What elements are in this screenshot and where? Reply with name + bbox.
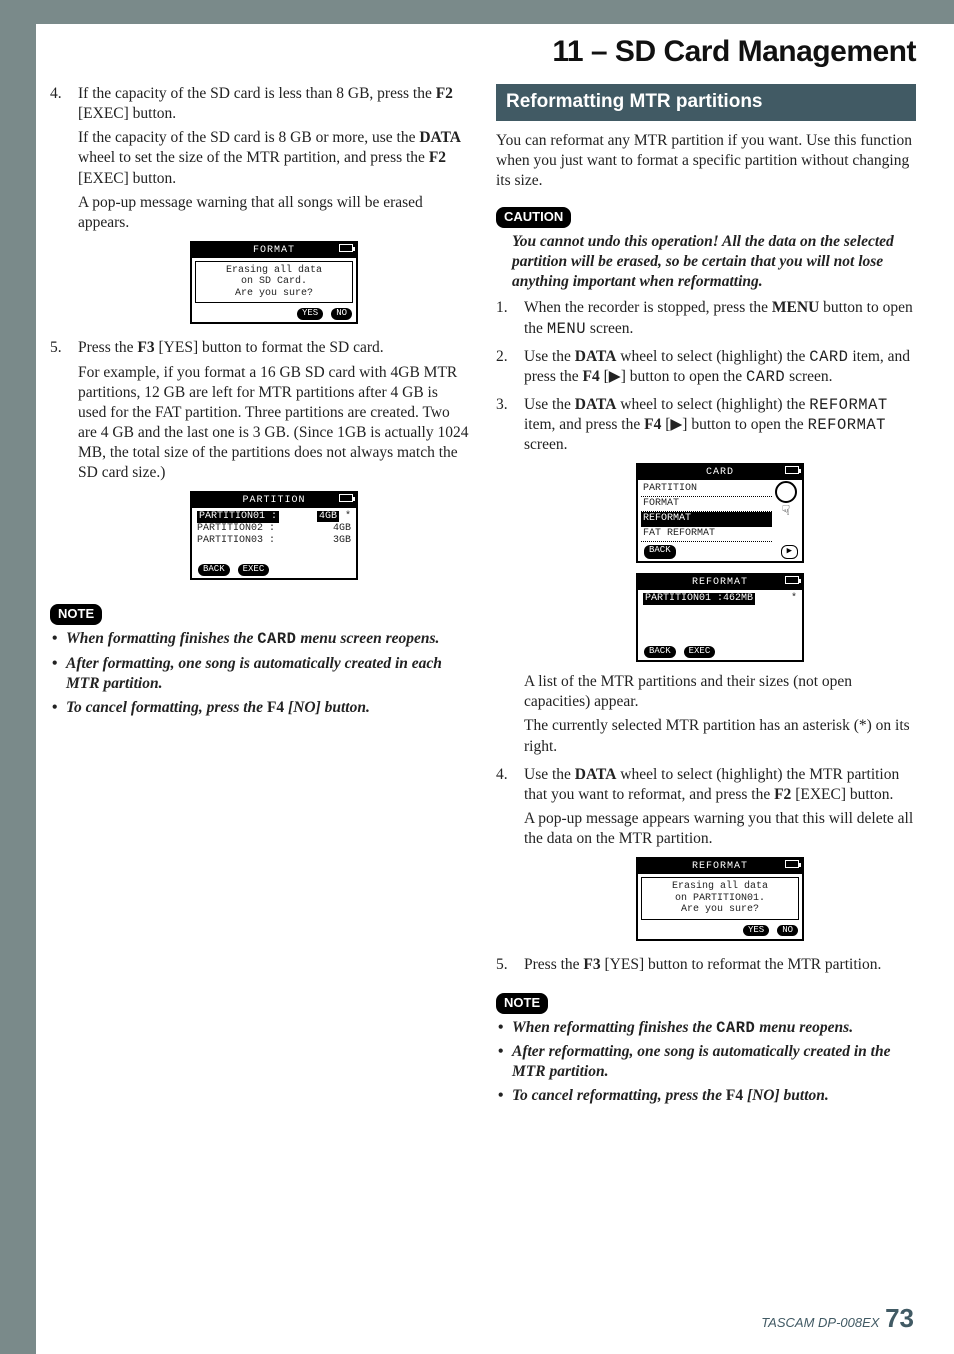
lcd-no-button: NO — [331, 308, 352, 320]
battery-icon — [339, 494, 353, 502]
lcd-no-button: NO — [777, 925, 798, 937]
step-number: 3. — [496, 395, 524, 761]
lcd-line: Erasing all data — [646, 881, 794, 893]
note-item: When formatting finishes the CARD menu s… — [66, 629, 470, 649]
battery-icon — [785, 466, 799, 474]
battery-icon — [339, 244, 353, 252]
lcd-play-button: ▶ — [781, 545, 798, 559]
list-item: 3. Use the DATA wheel to select (highlig… — [496, 395, 916, 761]
chapter-title: 11 – SD Card Management — [552, 32, 916, 71]
top-bar — [0, 0, 954, 24]
lcd-format-screenshot: FORMAT Erasing all data on SD Card. Are … — [190, 241, 358, 325]
body-text: A pop-up message appears warning you tha… — [524, 809, 916, 849]
battery-icon — [785, 576, 799, 584]
body-text: Press the F3 [YES] button to reformat th… — [524, 955, 916, 975]
lcd-line: Erasing all data — [200, 265, 348, 277]
note-list: When reformatting finishes the CARD menu… — [496, 1018, 916, 1107]
hand-icon: ☟ — [782, 505, 790, 519]
lcd-line: Are you sure? — [200, 288, 348, 300]
step-number: 5. — [496, 955, 524, 979]
body-text: When the recorder is stopped, press the … — [524, 298, 916, 338]
note-list: When formatting finishes the CARD menu s… — [50, 629, 470, 718]
caution-text: You cannot undo this operation! All the … — [496, 232, 916, 292]
body-text: You can reformat any MTR partition if yo… — [496, 131, 916, 191]
note-label: NOTE — [496, 993, 548, 1014]
lcd-exec-button: EXEC — [684, 646, 716, 658]
lcd-exec-button: EXEC — [238, 564, 270, 576]
body-text: If the capacity of the SD card is 8 GB o… — [78, 128, 470, 188]
step-number: 2. — [496, 347, 524, 391]
content: 4. If the capacity of the SD card is les… — [50, 84, 916, 1304]
lcd-menu-item: FORMAT — [641, 497, 772, 512]
note-item: After reformatting, one song is automati… — [512, 1042, 916, 1082]
lcd-row: PARTITION01 : — [197, 511, 279, 523]
lcd-row: PARTITION03 : — [197, 535, 275, 547]
list-item: 1. When the recorder is stopped, press t… — [496, 298, 916, 342]
list-item: 4. Use the DATA wheel to select (highlig… — [496, 765, 916, 951]
body-text: Press the F3 [YES] button to format the … — [78, 338, 470, 358]
footer: TASCAM DP-008EX 73 — [761, 1302, 914, 1336]
knob-icon — [775, 481, 797, 503]
lcd-title: REFORMAT — [692, 861, 748, 872]
step-number: 4. — [496, 765, 524, 951]
lcd-line: on SD Card. — [200, 276, 348, 288]
body-text: If the capacity of the SD card is less t… — [78, 84, 470, 124]
lcd-back-button: BACK — [198, 564, 230, 576]
step-number: 5. — [50, 338, 78, 590]
lcd-line: Are you sure? — [646, 904, 794, 916]
lcd-partition-screenshot: PARTITION PARTITION01 :4GB * PARTITION02… — [190, 491, 358, 580]
note-item: To cancel reformatting, press the F4 [NO… — [512, 1086, 916, 1106]
section-heading: Reformatting MTR partitions — [496, 84, 916, 121]
body-text: Use the DATA wheel to select (highlight)… — [524, 765, 916, 805]
body-text: A list of the MTR partitions and their s… — [524, 672, 916, 712]
right-column: Reformatting MTR partitions You can refo… — [496, 84, 916, 1304]
left-column: 4. If the capacity of the SD card is les… — [50, 84, 470, 1304]
step-number: 1. — [496, 298, 524, 342]
lcd-title: CARD — [706, 467, 734, 478]
caution-label: CAUTION — [496, 207, 571, 228]
list-item: 4. If the capacity of the SD card is les… — [50, 84, 470, 334]
step-number: 4. — [50, 84, 78, 334]
lcd-title: REFORMAT — [692, 577, 748, 588]
lcd-menu-item: PARTITION — [641, 482, 772, 497]
body-text: The currently selected MTR partition has… — [524, 716, 916, 756]
note-item: When reformatting finishes the CARD menu… — [512, 1018, 916, 1038]
list-item: 5. Press the F3 [YES] button to reformat… — [496, 955, 916, 979]
body-text: A pop-up message warning that all songs … — [78, 193, 470, 233]
lcd-reformat-confirm-screenshot: REFORMAT Erasing all data on PARTITION01… — [636, 857, 804, 941]
list-item: 5. Press the F3 [YES] button to format t… — [50, 338, 470, 590]
lcd-menu-item-selected: REFORMAT — [641, 512, 772, 527]
page-number: 73 — [885, 1303, 914, 1333]
body-text: Use the DATA wheel to select (highlight)… — [524, 395, 916, 455]
note-label: NOTE — [50, 604, 102, 625]
body-text: Use the DATA wheel to select (highlight)… — [524, 347, 916, 387]
lcd-yes-button: YES — [743, 925, 769, 937]
lcd-title: PARTITION — [242, 495, 305, 506]
lcd-back-button: BACK — [644, 646, 676, 658]
lcd-back-button: BACK — [644, 545, 676, 559]
list-item: 2. Use the DATA wheel to select (highlig… — [496, 347, 916, 391]
lcd-title: FORMAT — [253, 245, 295, 256]
note-item: To cancel formatting, press the F4 [NO] … — [66, 698, 470, 718]
model-name: TASCAM DP-008EX — [761, 1315, 879, 1330]
lcd-row: PARTITION01 :462MB — [643, 593, 755, 605]
lcd-yes-button: YES — [297, 308, 323, 320]
body-text: For example, if you format a 16 GB SD ca… — [78, 363, 470, 484]
lcd-line: on PARTITION01. — [646, 893, 794, 905]
lcd-menu-item: FAT REFORMAT — [641, 527, 772, 542]
note-item: After formatting, one song is automatica… — [66, 654, 470, 694]
left-bar — [0, 0, 36, 1354]
lcd-row: PARTITION02 : — [197, 523, 275, 535]
lcd-card-screenshot: CARD PARTITION FORMAT REFORMAT FAT REFOR… — [636, 463, 804, 563]
lcd-reformat-list-screenshot: REFORMAT PARTITION01 :462MB* BACK EXEC — [636, 573, 804, 662]
battery-icon — [785, 860, 799, 868]
